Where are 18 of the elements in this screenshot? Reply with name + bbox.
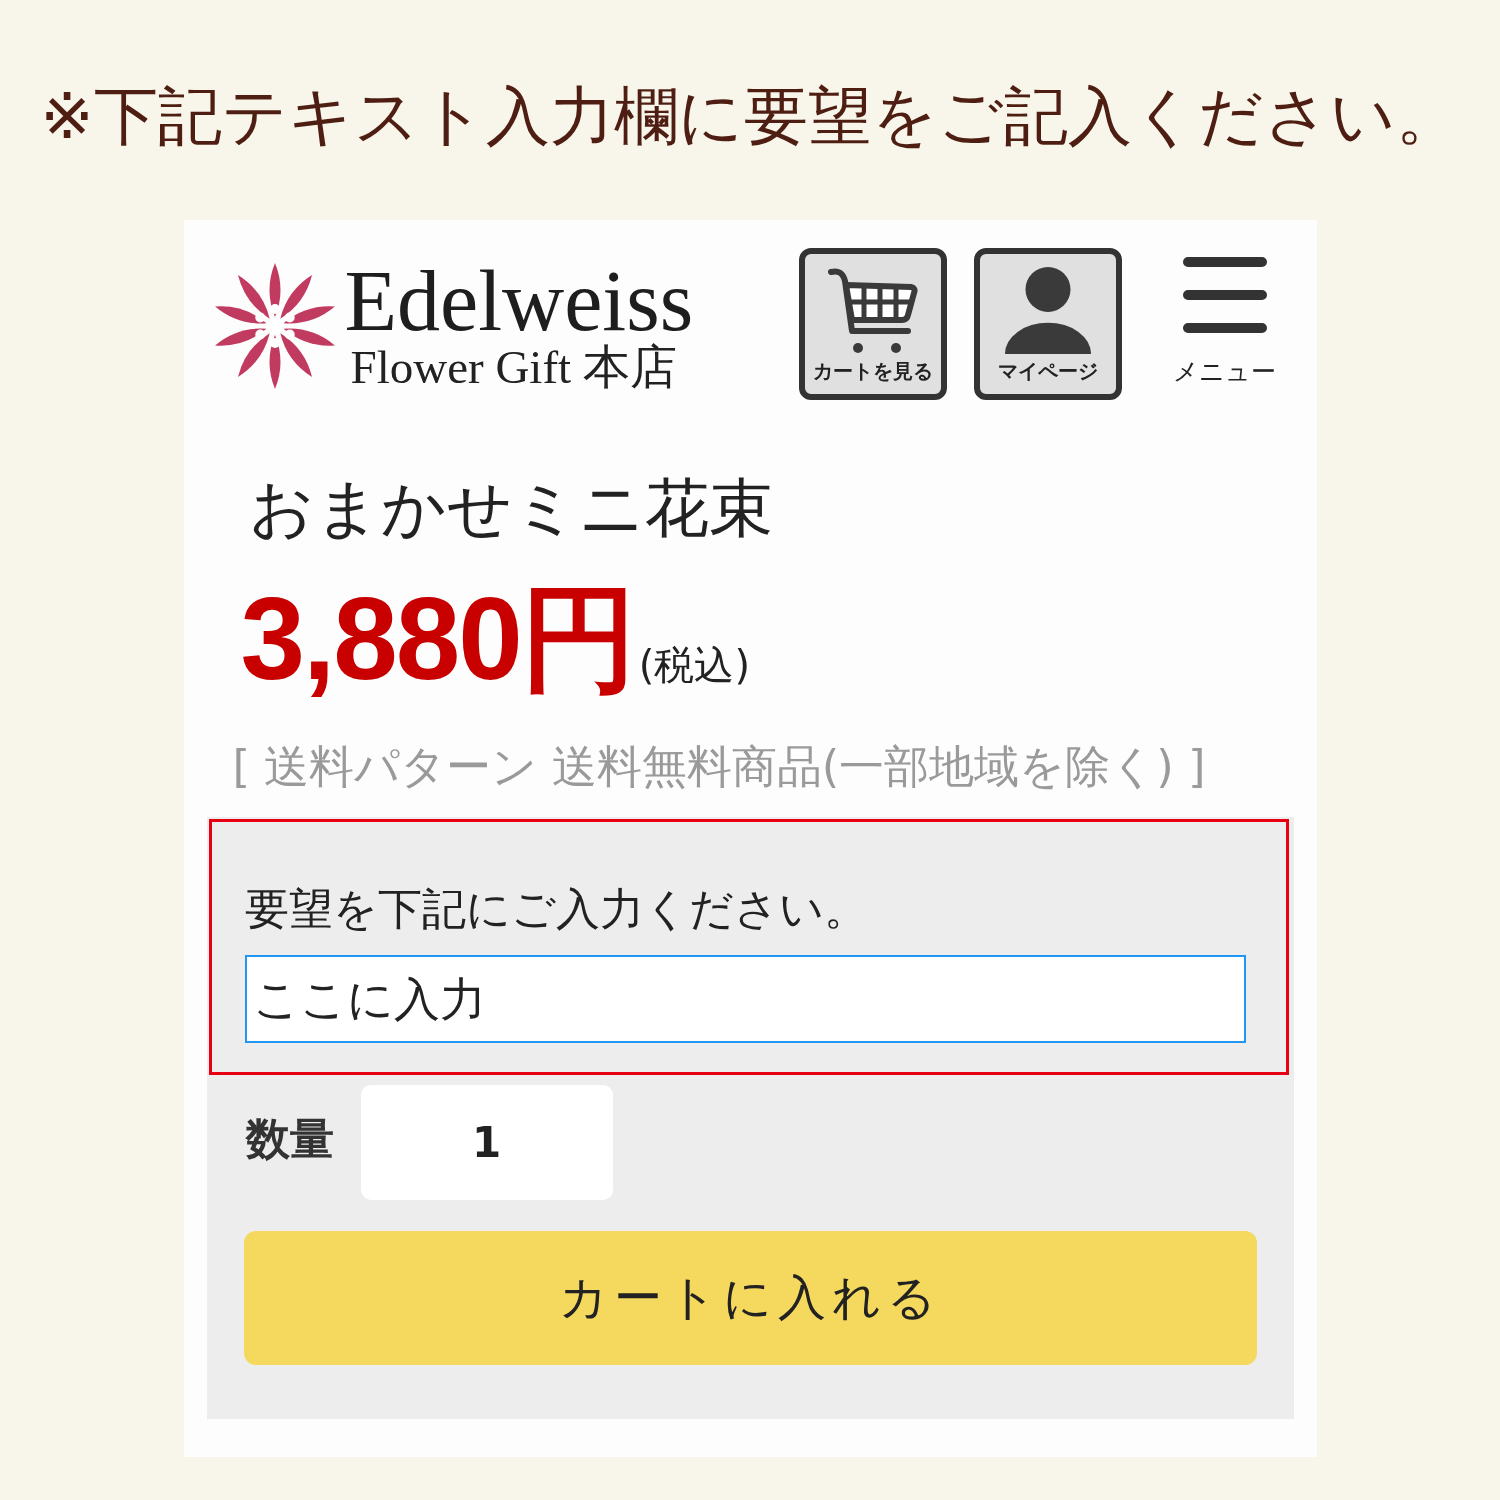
quantity-field[interactable]: 1 (360, 1085, 613, 1200)
shipping-note: [ 送料パターン 送料無料商品(一部地域を除く) ] (232, 740, 1206, 793)
person-icon (1002, 265, 1093, 355)
tax-note: (税込) (638, 641, 750, 689)
cart-icon (827, 265, 918, 355)
product-price: 3,880円 (240, 577, 635, 701)
request-input-field[interactable]: ここに入力 (244, 955, 1246, 1043)
my-page-button[interactable]: マイページ (973, 248, 1122, 400)
menu-button[interactable]: メニュー (1168, 248, 1281, 387)
menu-icon (1182, 257, 1267, 333)
product-title: おまかせミニ花束 (248, 470, 773, 547)
instruction-text: ※下記テキスト入力欄に要望をご記入ください。 (40, 78, 1460, 155)
add-to-cart-button[interactable]: カートに入れる (243, 1231, 1257, 1365)
brand-tagline: Flower Gift 本店 (350, 342, 678, 392)
brand-name: Edelweiss (344, 260, 694, 342)
cart-button[interactable]: カートを見る (798, 248, 947, 400)
quantity-label: 数量 (245, 1112, 334, 1165)
request-label: 要望を下記にご入力ください。 (244, 882, 868, 935)
